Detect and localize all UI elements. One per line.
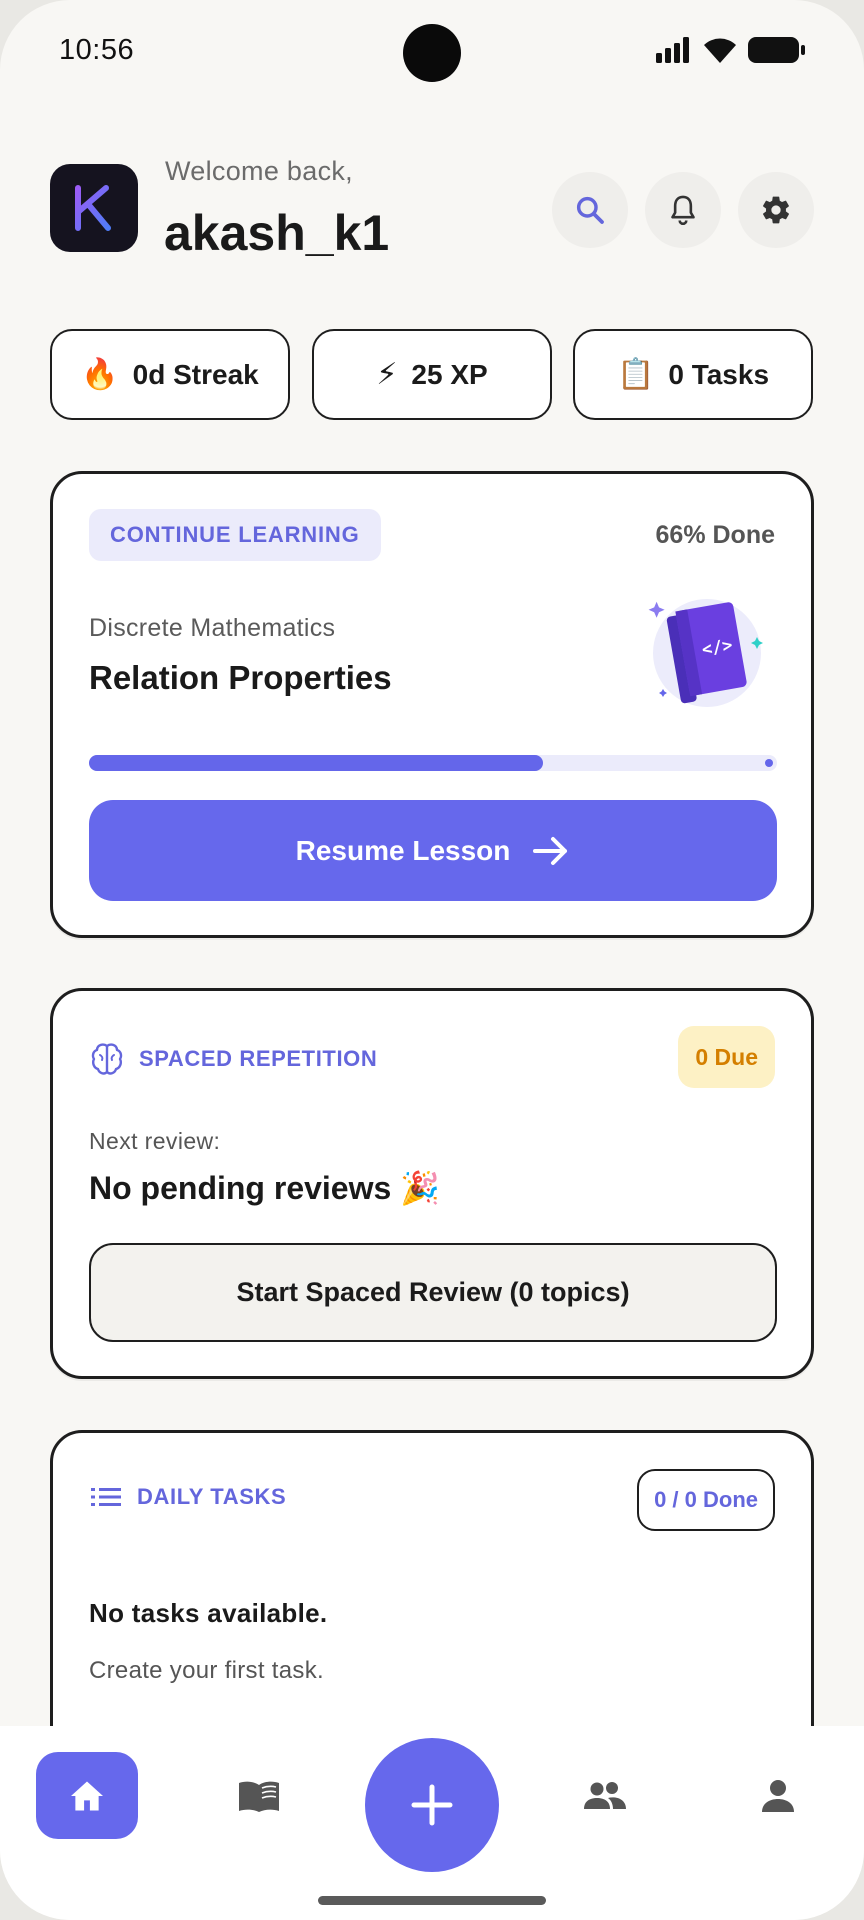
person-icon	[762, 1780, 794, 1812]
list-icon	[91, 1488, 121, 1506]
tasks-pill[interactable]: 📋 0 Tasks	[573, 329, 813, 420]
fire-icon: 🔥	[81, 358, 119, 391]
tasks-label: 0 Tasks	[668, 358, 770, 390]
due-badge: 0 Due	[678, 1026, 775, 1088]
k-logo-icon	[75, 185, 111, 231]
streak-label: 0d Streak	[132, 358, 259, 390]
daily-tasks-header: DAILY TASKS	[89, 1484, 286, 1510]
course-subject: Discrete Mathematics	[89, 614, 336, 642]
search-button[interactable]	[552, 172, 628, 248]
home-icon	[71, 1780, 103, 1811]
brain-icon	[91, 1043, 123, 1075]
username: akash_k1	[164, 205, 390, 261]
people-icon	[584, 1782, 626, 1809]
continue-learning-badge: CONTINUE LEARNING	[89, 509, 381, 561]
lesson-title: Relation Properties	[89, 659, 392, 696]
camera-cutout	[403, 24, 461, 82]
status-icons	[656, 36, 806, 64]
app-screen: 10:56 Welcome back, akash_k1 🔥 0d Streak…	[0, 0, 864, 1920]
progress-end-dot	[765, 759, 773, 767]
book-icon	[239, 1781, 279, 1812]
welcome-text: Welcome back,	[165, 156, 353, 186]
lightning-icon: ⚡	[376, 358, 398, 391]
battery-icon	[748, 37, 805, 63]
code-book-icon: </>	[648, 599, 763, 707]
signal-icon	[656, 37, 689, 63]
status-time: 10:56	[59, 34, 135, 66]
bottom-nav	[0, 1726, 864, 1920]
xp-label: 25 XP	[411, 358, 488, 390]
clipboard-icon: 📋	[616, 358, 655, 391]
daily-tasks-title: DAILY TASKS	[137, 1484, 287, 1509]
streak-pill[interactable]: 🔥 0d Streak	[50, 329, 290, 420]
nav-community[interactable]	[575, 1774, 635, 1818]
home-indicator[interactable]	[318, 1896, 546, 1905]
spaced-repetition-title: SPACED REPETITION	[139, 1046, 378, 1071]
wifi-icon	[704, 38, 736, 63]
lesson-progress-fill	[89, 755, 544, 771]
spaced-repetition-card: SPACED REPETITION 0 Due Next review: No …	[50, 988, 814, 1379]
nav-home[interactable]	[36, 1752, 138, 1839]
search-icon	[576, 196, 604, 224]
app-logo	[50, 164, 138, 252]
add-button[interactable]	[365, 1738, 499, 1872]
next-review-label: Next review:	[89, 1128, 221, 1154]
resume-lesson-button[interactable]: Resume Lesson	[89, 800, 777, 901]
gear-icon	[763, 196, 789, 224]
create-first-task-text: Create your first task.	[89, 1657, 324, 1684]
nav-profile[interactable]	[748, 1774, 808, 1818]
arrow-right-icon	[533, 836, 568, 865]
add-icon	[411, 1784, 453, 1826]
xp-pill[interactable]: ⚡ 25 XP	[312, 329, 552, 420]
progress-percent: 66% Done	[655, 521, 775, 549]
tasks-done-badge: 0 / 0 Done	[637, 1469, 775, 1531]
lesson-progress-bar	[89, 755, 777, 771]
notifications-button[interactable]	[645, 172, 721, 248]
continue-learning-card[interactable]: CONTINUE LEARNING 66% Done Discrete Math…	[50, 471, 814, 938]
start-spaced-review-button[interactable]: Start Spaced Review (0 topics)	[89, 1243, 777, 1342]
next-review-value: No pending reviews 🎉	[89, 1170, 441, 1206]
settings-button[interactable]	[738, 172, 814, 248]
resume-lesson-label: Resume Lesson	[295, 834, 511, 866]
no-tasks-text: No tasks available.	[89, 1598, 328, 1628]
spaced-repetition-header: SPACED REPETITION	[89, 1041, 377, 1077]
nav-library[interactable]	[229, 1774, 289, 1818]
bell-icon	[671, 195, 695, 225]
